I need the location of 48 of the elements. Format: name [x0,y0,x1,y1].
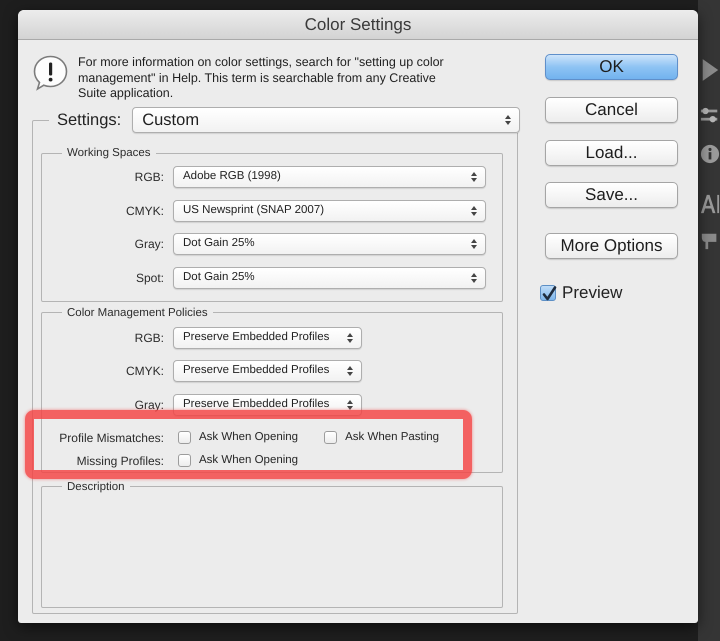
up-down-arrows-icon [471,272,477,282]
check-mark-icon [541,286,557,302]
working-space-dropdown[interactable]: Adobe RGB (1998) [173,166,486,188]
field-label: Missing Profiles: [76,452,164,470]
checkbox-label: Ask When Opening [199,430,298,445]
working-space-dropdown[interactable]: US Newsprint (SNAP 2007) [173,200,486,222]
group-title: Color Management Policies [66,306,209,320]
dialog-button[interactable]: Save... [545,182,678,208]
up-down-arrows-icon [347,400,353,410]
field-label: RGB: [134,330,164,346]
field-label: Gray: [134,236,164,253]
up-down-arrows-icon [471,239,477,249]
info-icon[interactable] [700,143,720,165]
checkbox[interactable] [178,431,191,444]
play-triangle-icon[interactable] [700,58,720,82]
group-title: Description [66,480,126,494]
dialog-button[interactable]: More Options [545,233,678,259]
dialog-button[interactable]: Cancel [545,97,678,123]
up-down-arrows-icon [347,332,353,342]
policy-dropdown[interactable]: Preserve Embedded Profiles [173,360,362,382]
alert-icon [32,54,69,91]
working-space-dropdown[interactable]: Dot Gain 25% [173,266,486,288]
settings-label: Settings: [57,110,122,131]
field-label: CMYK: [124,202,164,220]
settings-dropdown[interactable]: Custom [132,107,520,133]
default-button[interactable]: OK [545,54,678,80]
up-down-arrows-icon [471,172,477,182]
field-label: Gray: [134,396,164,414]
up-down-arrows-icon [471,206,477,216]
checkbox[interactable] [324,431,338,444]
up-down-arrows-icon [505,115,511,125]
character-panel-icon[interactable] [700,193,720,215]
working-space-dropdown[interactable]: Dot Gain 25% [173,233,486,255]
window-title: Color Settings [304,14,412,36]
policy-dropdown[interactable]: Preserve Embedded Profiles [173,326,362,348]
checkbox-label: Preview [562,282,622,304]
checkbox-label: Ask When Pasting [345,430,440,445]
field-label: Profile Mismatches: [58,430,164,446]
info-message: For more information on color settings, search for "setting up color management" in Help. This term is searchable from any Creative Suite application. [78,55,445,102]
field-label: CMYK: [124,363,164,380]
up-down-arrows-icon [347,366,353,376]
group-title: Working Spaces [66,146,152,160]
field-label: RGB: [134,169,164,186]
field-label: Spot: [134,270,164,286]
checkbox[interactable] [540,284,556,301]
checkbox-label: Ask When Opening [199,452,298,468]
dialog-button[interactable]: Load... [545,140,678,166]
checkbox[interactable] [178,454,191,467]
